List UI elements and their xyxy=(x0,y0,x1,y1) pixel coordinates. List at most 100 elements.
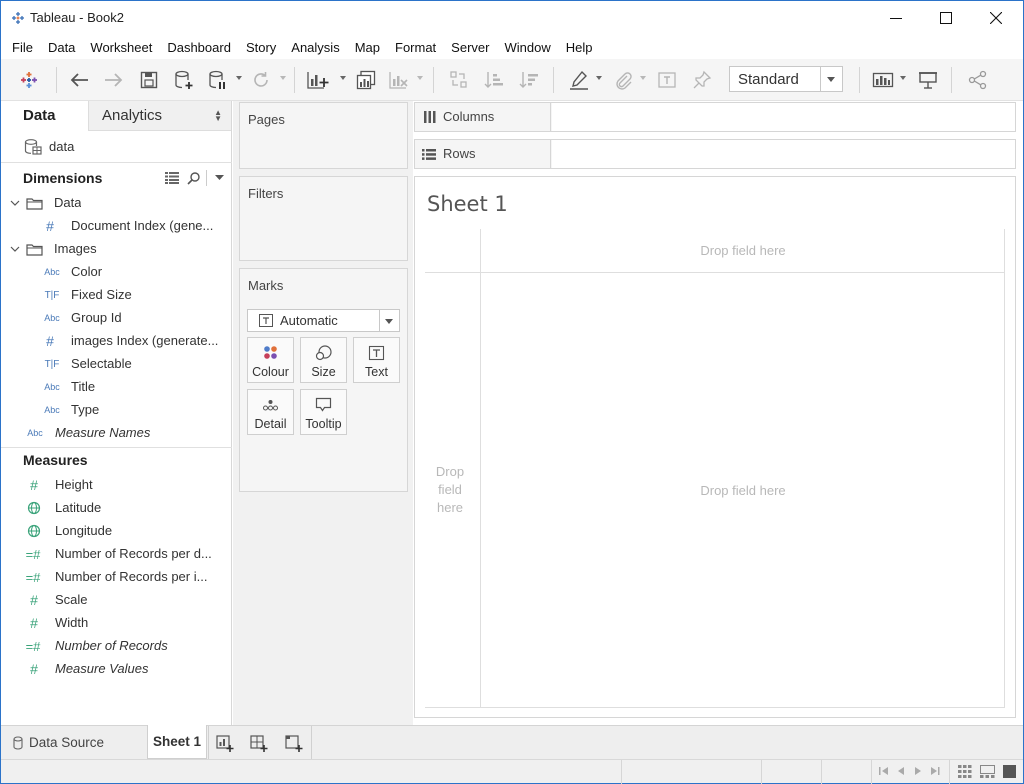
fix-axes-button[interactable] xyxy=(690,68,714,92)
group-members-button[interactable] xyxy=(611,68,635,92)
field-scale[interactable]: # Scale xyxy=(1,589,232,612)
new-worksheet-button[interactable] xyxy=(306,68,330,92)
pages-card-title: Pages xyxy=(248,112,285,127)
save-button[interactable] xyxy=(137,68,161,92)
group-dropdown-caret[interactable] xyxy=(640,76,646,80)
view-drop-target[interactable]: Drop field here xyxy=(481,483,1005,498)
chevron-down-icon xyxy=(10,200,20,206)
sheet-sorter-icon[interactable] xyxy=(958,765,972,778)
menu-worksheet[interactable]: Worksheet xyxy=(83,40,160,55)
highlight-dropdown-caret[interactable] xyxy=(596,76,602,80)
new-data-source-button[interactable] xyxy=(172,68,196,92)
fit-dropdown[interactable]: Standard xyxy=(729,66,843,92)
new-story-tab-button[interactable] xyxy=(284,734,304,752)
field-type[interactable]: Abc Type xyxy=(1,399,232,422)
menu-file[interactable]: File xyxy=(5,40,41,55)
pause-updates-dropdown-caret[interactable] xyxy=(236,76,242,80)
field-longitude[interactable]: Longitude xyxy=(1,520,232,543)
menu-dashboard[interactable]: Dashboard xyxy=(160,40,239,55)
folder-images[interactable]: Images xyxy=(1,238,232,261)
redo-button[interactable] xyxy=(102,68,126,92)
columns-drop-zone[interactable] xyxy=(552,103,1015,131)
data-source-item[interactable]: data xyxy=(1,131,232,163)
first-sheet-icon[interactable] xyxy=(879,766,889,776)
rows-shelf[interactable]: Rows xyxy=(414,139,1016,169)
previous-sheet-icon[interactable] xyxy=(897,766,905,776)
duplicate-sheet-button[interactable] xyxy=(354,68,378,92)
next-sheet-icon[interactable] xyxy=(914,766,922,776)
data-source-tab[interactable]: Data Source xyxy=(1,726,141,759)
last-sheet-icon[interactable] xyxy=(930,766,940,776)
clear-sheet-dropdown-caret[interactable] xyxy=(417,76,423,80)
show-me-button[interactable] xyxy=(871,68,895,92)
field-color[interactable]: Abc Color xyxy=(1,261,232,284)
field-records-per-d[interactable]: =# Number of Records per d... xyxy=(1,543,232,566)
search-icon[interactable] xyxy=(187,171,201,185)
sheet-tab[interactable]: Sheet 1 xyxy=(147,725,207,759)
refresh-button[interactable] xyxy=(249,68,273,92)
maximize-button[interactable] xyxy=(921,1,971,35)
field-number-of-records[interactable]: =# Number of Records xyxy=(1,635,232,658)
new-story-icon xyxy=(285,734,303,752)
tab-analytics[interactable]: Analytics ▲ ▼ xyxy=(88,101,231,131)
menu-format[interactable]: Format xyxy=(388,40,444,55)
menu-story[interactable]: Story xyxy=(239,40,284,55)
rows-drop-zone[interactable] xyxy=(552,140,1015,168)
menu-data[interactable]: Data xyxy=(41,40,83,55)
field-records-per-i[interactable]: =# Number of Records per i... xyxy=(1,566,232,589)
chevron-down-icon[interactable] xyxy=(215,175,224,181)
rows-drop-target[interactable]: Drop field here xyxy=(429,463,471,517)
show-me-dropdown-caret[interactable] xyxy=(900,76,906,80)
tabs-view-icon[interactable] xyxy=(1003,765,1016,778)
folder-data[interactable]: Data xyxy=(1,192,232,215)
undo-button[interactable] xyxy=(67,68,91,92)
field-width[interactable]: # Width xyxy=(1,612,232,635)
menu-window[interactable]: Window xyxy=(497,40,558,55)
field-group-id[interactable]: Abc Group Id xyxy=(1,307,232,330)
size-button[interactable]: Size xyxy=(300,337,347,383)
tooltip-button[interactable]: Tooltip xyxy=(300,389,347,435)
sort-descending-button[interactable] xyxy=(517,68,541,92)
menu-map[interactable]: Map xyxy=(348,40,388,55)
field-document-index[interactable]: # Document Index (gene... xyxy=(1,215,232,238)
field-height[interactable]: # Height xyxy=(1,474,232,497)
presentation-mode-button[interactable] xyxy=(916,68,940,92)
sheet-title[interactable]: Sheet 1 xyxy=(427,192,508,216)
new-worksheet-dropdown-caret[interactable] xyxy=(340,76,346,80)
pause-updates-button[interactable] xyxy=(206,68,230,92)
field-images-index[interactable]: # images Index (generate... xyxy=(1,330,232,353)
detail-button[interactable]: Detail xyxy=(247,389,294,435)
new-dashboard-tab-button[interactable] xyxy=(249,734,269,752)
columns-shelf[interactable]: Columns xyxy=(414,102,1016,132)
tab-data[interactable]: Data xyxy=(1,101,88,131)
menu-analysis[interactable]: Analysis xyxy=(284,40,347,55)
field-title[interactable]: Abc Title xyxy=(1,376,232,399)
share-button[interactable] xyxy=(966,68,990,92)
columns-drop-target[interactable]: Drop field here xyxy=(481,243,1005,258)
field-measure-values[interactable]: # Measure Values xyxy=(1,658,232,681)
close-button[interactable] xyxy=(971,1,1021,35)
text-button[interactable]: Text xyxy=(353,337,400,383)
sort-ascending-button[interactable] xyxy=(482,68,506,92)
show-mark-labels-button[interactable] xyxy=(655,68,679,92)
highlight-button[interactable] xyxy=(567,68,591,92)
view-data-icon[interactable] xyxy=(165,172,179,184)
field-fixed-size[interactable]: T|F Fixed Size xyxy=(1,284,232,307)
new-worksheet-tab-button[interactable] xyxy=(215,734,235,752)
mark-type-dropdown[interactable]: Automatic xyxy=(247,309,400,332)
refresh-dropdown-caret[interactable] xyxy=(280,76,286,80)
field-label: Measure Names xyxy=(55,425,151,440)
field-latitude[interactable]: Latitude xyxy=(1,497,232,520)
filmstrip-icon[interactable] xyxy=(980,765,995,778)
colour-button[interactable]: Colour xyxy=(247,337,294,383)
menu-server[interactable]: Server xyxy=(444,40,497,55)
minimize-button[interactable] xyxy=(871,1,921,35)
clear-sheet-button[interactable] xyxy=(387,68,411,92)
menu-help[interactable]: Help xyxy=(559,40,601,55)
field-selectable[interactable]: T|F Selectable xyxy=(1,353,232,376)
pages-card[interactable]: Pages xyxy=(239,102,408,169)
field-measure-names[interactable]: Abc Measure Names xyxy=(1,422,232,445)
tableau-start-button[interactable] xyxy=(17,68,41,92)
swap-rows-columns-button[interactable] xyxy=(447,68,471,92)
filters-card[interactable]: Filters xyxy=(239,176,408,261)
